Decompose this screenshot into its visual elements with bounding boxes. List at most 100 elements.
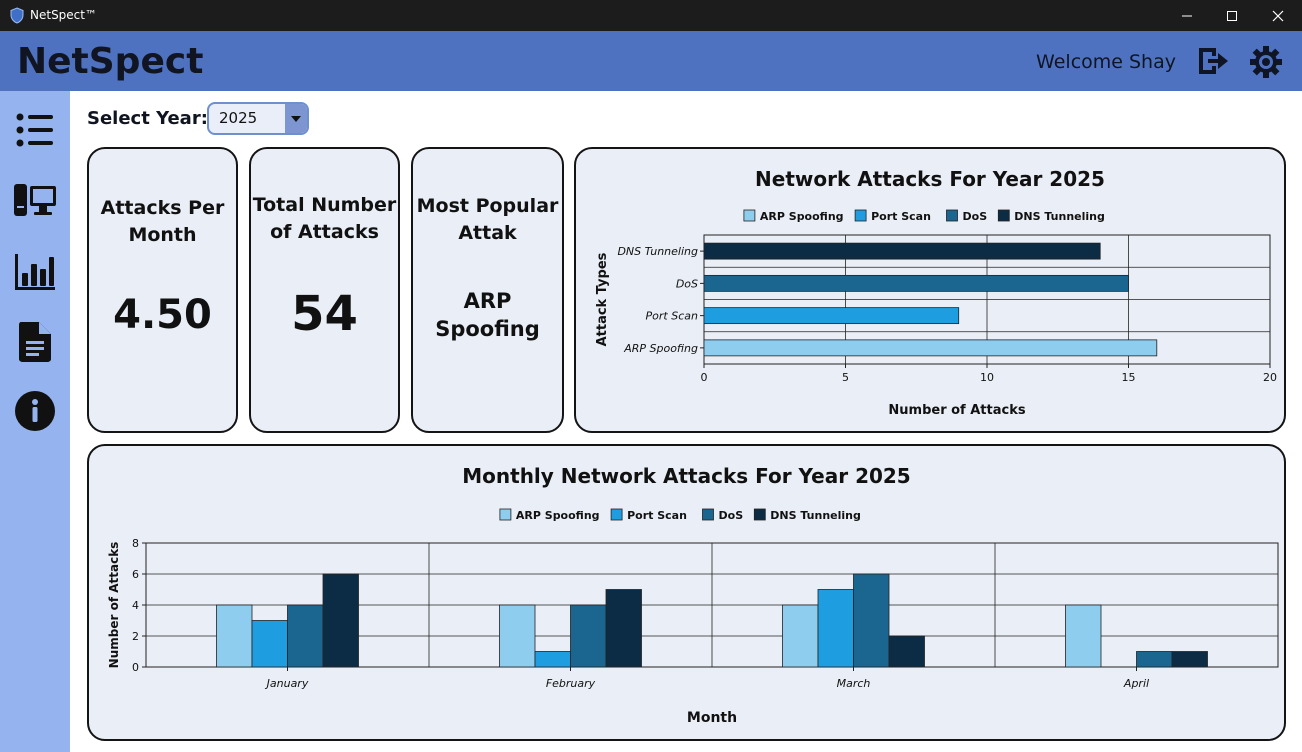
y-tick-label: 4 — [132, 599, 139, 612]
bar — [499, 604, 536, 668]
bar — [782, 604, 819, 668]
bar — [853, 573, 890, 668]
legend-swatch — [610, 508, 623, 521]
legend-label: Port Scan — [871, 210, 931, 223]
stat-title: Most Popular Attak — [416, 195, 559, 244]
x-tick-label: 10 — [980, 371, 994, 384]
app-header: NetSpect Welcome Shay — [0, 31, 1302, 91]
legend-swatch — [997, 209, 1010, 222]
legend-label: DNS Tunneling — [770, 509, 861, 522]
y-tick-label: 8 — [132, 537, 139, 550]
close-button[interactable] — [1255, 0, 1301, 31]
bar — [287, 604, 324, 668]
document-icon — [19, 322, 51, 362]
maximize-icon — [1227, 10, 1237, 21]
list-icon — [16, 113, 53, 147]
year-select-value: 2025 — [219, 109, 258, 127]
legend-swatch — [702, 508, 714, 521]
bar-chart-icon — [15, 254, 55, 290]
y-axis-label: Attack Types — [595, 252, 610, 346]
bar — [570, 604, 607, 668]
gear-icon[interactable] — [1249, 45, 1283, 79]
x-tick-label: April — [1123, 677, 1149, 690]
monthly-attacks-chart: ARP Spoofing Port Scan DoS DNS Tunneling 0 2 4… — [107, 508, 1279, 726]
chart-card-monthly-attacks: Monthly Network Attacks For Year 2025 AR… — [87, 444, 1286, 741]
sidebar-item-about[interactable] — [12, 388, 58, 434]
y-tick-label: DoS — [676, 277, 698, 290]
brand-logo: NetSpect — [17, 41, 204, 82]
y-tick-label: Port Scan — [646, 310, 698, 323]
bar — [1065, 604, 1102, 668]
sidebar-item-devices[interactable] — [12, 177, 58, 223]
bar — [703, 307, 960, 325]
bar — [703, 242, 1101, 260]
x-tick-label: 5 — [842, 371, 849, 384]
welcome-text: Welcome Shay — [1036, 51, 1176, 73]
stat-card-total-attacks: Total Number of Attacks 54 — [249, 147, 400, 433]
stat-title: Total Number of Attacks — [252, 194, 397, 243]
bar — [251, 620, 288, 668]
legend-swatch — [854, 209, 867, 222]
x-tick-label: March — [837, 677, 871, 690]
chevron-down-icon[interactable] — [285, 104, 307, 133]
stat-title: Attacks Per Month — [100, 197, 225, 246]
window-title: NetSpect™ — [30, 8, 97, 22]
x-axis-label: Number of Attacks — [888, 403, 1025, 418]
legend-label: Port Scan — [627, 509, 687, 522]
legend-label: DoS — [719, 509, 744, 522]
stat-value: ARP Spoofing — [435, 289, 540, 341]
dashboard-main: Select Year: 2025 Attacks Per Month 4.50… — [71, 91, 1302, 752]
legend-label: ARP Spoofing — [760, 210, 844, 223]
stat-value: 54 — [291, 286, 358, 342]
x-tick-label: 15 — [1122, 371, 1136, 384]
y-tick-label: 6 — [132, 568, 139, 581]
y-tick-label: 0 — [132, 661, 139, 674]
info-icon — [15, 391, 55, 431]
bar — [817, 589, 854, 668]
stat-card-attacks-per-month: Attacks Per Month 4.50 — [87, 147, 238, 433]
x-tick-label: January — [265, 677, 309, 690]
bar — [888, 635, 925, 668]
sidebar — [0, 91, 70, 752]
legend-swatch — [743, 209, 756, 222]
minimize-icon — [1182, 15, 1192, 16]
chart-card-attack-types: Network Attacks For Year 2025 ARP Spoofi… — [574, 147, 1286, 433]
y-tick-label: 2 — [132, 630, 139, 643]
bar — [322, 573, 359, 668]
bar — [605, 589, 642, 668]
sidebar-item-analytics[interactable] — [12, 249, 58, 295]
minimize-button[interactable] — [1164, 0, 1210, 31]
stat-card-most-popular-attack: Most Popular Attak ARP Spoofing — [411, 147, 564, 433]
legend-swatch — [499, 508, 512, 521]
window-titlebar: NetSpect™ — [0, 0, 1302, 31]
sidebar-item-menu[interactable] — [12, 107, 58, 153]
bar — [216, 604, 253, 668]
desktop-icon — [14, 184, 56, 216]
stat-value: 4.50 — [113, 292, 212, 338]
year-select[interactable]: 2025 — [207, 102, 309, 135]
year-label: Select Year: — [87, 108, 208, 129]
x-tick-label: 20 — [1263, 371, 1277, 384]
bar — [703, 274, 1129, 292]
y-tick-label: DNS Tunneling — [617, 245, 698, 258]
x-tick-label: 0 — [701, 371, 708, 384]
shield-icon — [10, 7, 24, 24]
bar — [1171, 651, 1208, 668]
legend-label: DNS Tunneling — [1014, 210, 1105, 223]
legend-swatch — [753, 508, 766, 521]
legend-label: ARP Spoofing — [516, 509, 600, 522]
close-icon — [1272, 10, 1284, 21]
bar — [1136, 651, 1173, 668]
y-axis-label: Number of Attacks — [107, 542, 121, 669]
legend-swatch — [946, 209, 958, 222]
bar — [703, 339, 1158, 357]
sidebar-item-reports[interactable] — [12, 319, 58, 365]
legend-label: DoS — [963, 210, 988, 223]
bar — [534, 651, 571, 668]
maximize-button[interactable] — [1209, 0, 1255, 31]
x-axis-label: Month — [687, 710, 737, 726]
x-tick-label: February — [546, 677, 596, 690]
attack-types-chart: ARP Spoofing Port Scan DoS DNS Tunneling 0 5 1… — [595, 209, 1277, 418]
y-tick-label: ARP Spoofing — [623, 342, 698, 355]
logout-icon[interactable] — [1196, 46, 1230, 76]
